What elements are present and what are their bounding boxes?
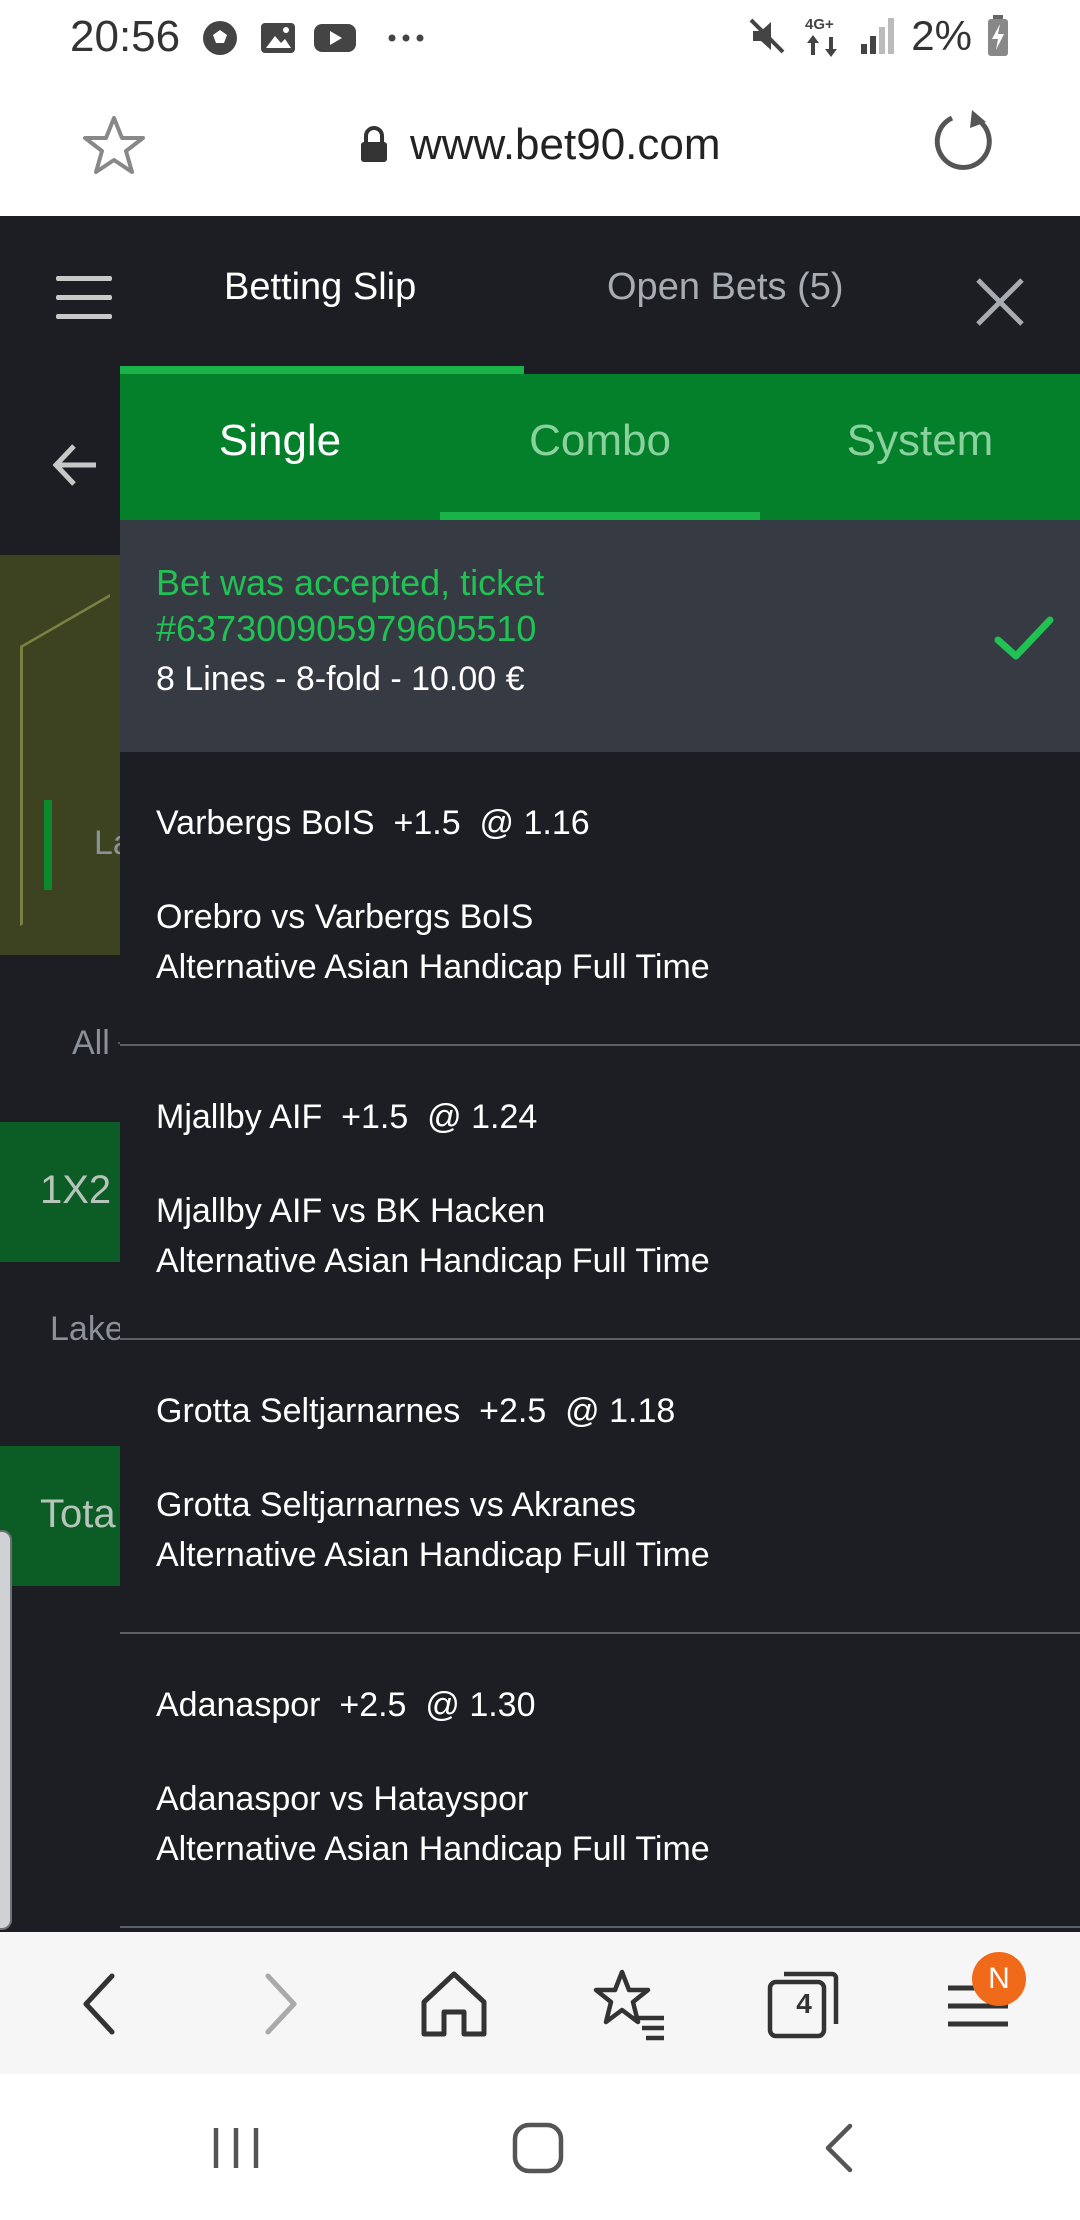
market-1x2-label: 1X2 (40, 1168, 112, 1212)
field-lines (20, 594, 110, 926)
url-text: www.bet90.com (409, 120, 721, 169)
bet-accepted-panel: Bet was accepted, ticket #63730090597960… (120, 520, 1080, 752)
scroll-handle[interactable] (0, 1530, 12, 1930)
bet-list[interactable]: Varbergs BoIS +1.5 @ 1.16 Orebro vs Varb… (120, 752, 1080, 1932)
tabs-count: 4 (796, 1988, 812, 2019)
accepted-message: Bet was accepted, ticket #63730090597960… (156, 560, 976, 652)
bet-pick: Adanaspor +2.5 @ 1.30 (156, 1686, 536, 1724)
gallery-icon (261, 23, 295, 53)
bet-match: Adanaspor vs Hatayspor (156, 1780, 529, 1818)
url-field[interactable]: www.bet90.com (0, 120, 1080, 170)
reload-icon[interactable] (928, 106, 998, 176)
bet-pick: Mjallby AIF +1.5 @ 1.24 (156, 1098, 538, 1136)
status-time: 20:56 (70, 12, 181, 61)
menu-notification-badge: N (972, 1952, 1026, 2006)
tab-system[interactable]: System (760, 416, 1080, 466)
browser-toolbar: 4 N (0, 1932, 1080, 2074)
lock-icon (361, 126, 388, 162)
back-arrow-icon[interactable] (50, 440, 100, 490)
bet-type-indicator (440, 512, 760, 520)
browser-back-icon[interactable] (64, 1966, 140, 2042)
tab-combo[interactable]: Combo (440, 416, 760, 466)
more-dots-icon (388, 34, 424, 42)
close-icon[interactable] (974, 276, 1026, 328)
bet-market: Alternative Asian Handicap Full Time (156, 1536, 710, 1574)
slip-tab-indicator (120, 366, 524, 374)
market-total-label: Tota (40, 1492, 116, 1536)
bet-pick: Varbergs BoIS +1.5 @ 1.16 (156, 804, 590, 842)
hamburger-menu-icon[interactable] (56, 276, 112, 320)
signal-icon (861, 18, 895, 54)
bet-item: Varbergs BoIS +1.5 @ 1.16 Orebro vs Varb… (120, 752, 1080, 1046)
browser-address-bar: www.bet90.com (0, 76, 1080, 216)
mute-icon (749, 18, 785, 54)
system-nav-bar (0, 2074, 1080, 2220)
battery-percent: 2% (911, 12, 972, 59)
bet-type-tabs: Single Combo System (120, 374, 1080, 520)
status-bar: 20:56 4G+ 2% (0, 0, 1080, 76)
underlay-all-label: All (72, 1024, 110, 1062)
underlay-team-label: Lake (50, 1310, 124, 1348)
bet-market: Alternative Asian Handicap Full Time (156, 948, 710, 986)
bet-item: Adanaspor +2.5 @ 1.30 Adanaspor vs Hatay… (120, 1634, 1080, 1928)
bet-item: Mjallby AIF +1.5 @ 1.24 Mjallby AIF vs B… (120, 1046, 1080, 1340)
4g-data-icon: 4G+ (805, 16, 838, 57)
bookmarks-icon[interactable] (592, 1966, 668, 2042)
bet-match: Mjallby AIF vs BK Hacken (156, 1192, 546, 1230)
bet-item: Grotta Seltjarnarnes +2.5 @ 1.18 Grotta … (120, 1340, 1080, 1634)
browser-forward-icon[interactable] (240, 1966, 316, 2042)
field-marker (44, 800, 52, 890)
system-back-icon[interactable] (810, 2118, 870, 2178)
bet-summary: 8 Lines - 8-fold - 10.00 € (156, 660, 525, 698)
tab-betting-slip[interactable]: Betting Slip (224, 266, 416, 309)
bet-match: Grotta Seltjarnarnes vs Akranes (156, 1486, 637, 1524)
home-icon[interactable] (416, 1966, 492, 2042)
bet-pick: Grotta Seltjarnarnes +2.5 @ 1.18 (156, 1392, 676, 1430)
recent-apps-icon[interactable] (206, 2118, 266, 2178)
accepted-text: Bet was accepted, ticket (156, 562, 545, 603)
battery-charging-icon (988, 15, 1008, 56)
youtube-icon (314, 24, 356, 52)
tab-open-bets[interactable]: Open Bets (5) (607, 266, 844, 309)
soccer-ball-icon (203, 21, 237, 55)
bet-match: Orebro vs Varbergs BoIS (156, 898, 534, 936)
bet-market: Alternative Asian Handicap Full Time (156, 1830, 710, 1868)
bet-market: Alternative Asian Handicap Full Time (156, 1242, 710, 1280)
check-icon (994, 616, 1054, 660)
tab-single[interactable]: Single (120, 416, 440, 466)
network-label: 4G+ (805, 16, 834, 33)
tabs-button[interactable]: 4 (766, 1966, 842, 2042)
system-home-icon[interactable] (508, 2118, 568, 2178)
ticket-number: #637300905979605510 (156, 608, 537, 649)
